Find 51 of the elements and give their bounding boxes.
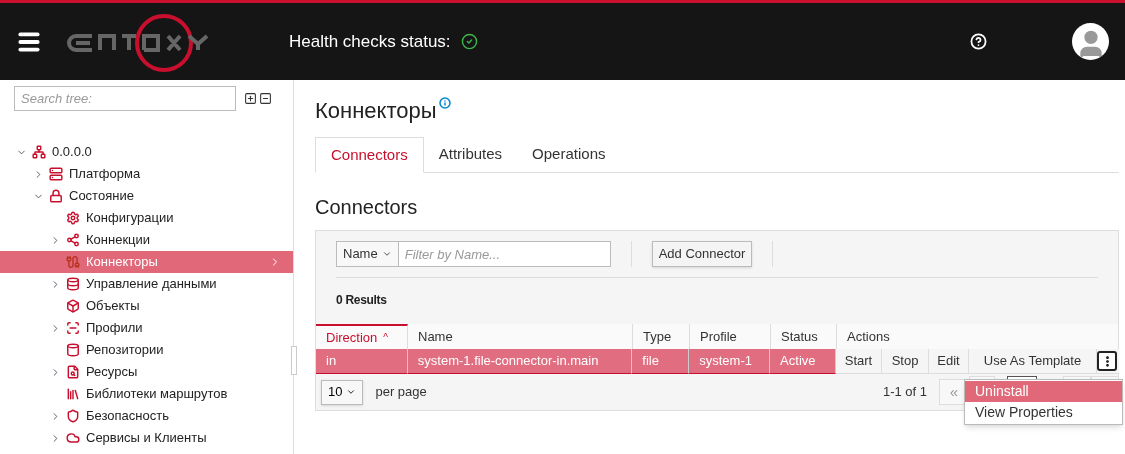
page-title: Коннекторы	[315, 97, 437, 125]
table-cell: in	[316, 349, 408, 374]
add-connector-button[interactable]: Add Connector	[651, 241, 753, 267]
row-action-button[interactable]: Edit	[929, 349, 969, 373]
tree-item[interactable]: Сервисы и Клиенты	[0, 427, 293, 449]
tree-item-label: 0.0.0.0	[52, 143, 92, 162]
page-range: 1-1 of 1	[882, 383, 927, 402]
tree-item-label: Профили	[86, 319, 143, 338]
tree-item[interactable]: Ресурсы	[0, 361, 293, 383]
tree-item[interactable]: Состояние	[0, 185, 293, 207]
tab[interactable]: Operations	[517, 137, 621, 172]
section-title: Connectors	[315, 195, 419, 220]
tree-item[interactable]: Репозитории	[0, 339, 293, 361]
table-cell: file	[632, 349, 690, 374]
tree-item-label: Сервисы и Клиенты	[86, 429, 207, 448]
tab[interactable]: Connectors	[315, 137, 424, 173]
tree-item[interactable]: Коннекции	[0, 229, 293, 251]
results-count: 0 Results	[335, 292, 388, 309]
per-page-dropdown[interactable]: 10	[321, 379, 364, 405]
tree-item[interactable]: Профили	[0, 317, 293, 339]
tree-item-label: Конфигурации	[86, 209, 174, 228]
table-cell: Active	[770, 349, 836, 374]
filter-field[interactable]: Filter by Name...	[398, 241, 611, 267]
tree-item[interactable]: Библиотеки маршрутов	[0, 383, 293, 405]
table-cell: system-1.file-connector-in.main	[407, 349, 633, 374]
tree-item[interactable]: Платформа	[0, 163, 293, 185]
tree-item-label: Ресурсы	[86, 363, 138, 382]
tree-item[interactable]: Объекты	[0, 295, 293, 317]
row-action-button[interactable]: Start	[836, 349, 882, 373]
tree-item[interactable]: Безопасность	[0, 405, 293, 427]
tree-item-label: Коннекторы	[86, 253, 158, 272]
table-cell: system-1	[689, 349, 771, 374]
table-row[interactable]: in system-1.file-connector-in.main file system-1 Active Start Stop Edit Use As Template	[316, 349, 1119, 374]
health-status-label: Health checks status:	[289, 30, 451, 53]
search-field[interactable]: Search tree:	[14, 86, 236, 111]
tree-item-label: Репозитории	[86, 341, 164, 360]
tree-item[interactable]: Конфигурации	[0, 207, 293, 229]
tree-item-label: Безопасность	[86, 407, 169, 426]
tree-item-label: Состояние	[69, 187, 134, 206]
tree-item-label: Объекты	[86, 297, 140, 316]
per-page-label: per page	[375, 383, 427, 402]
filter-field-dropdown[interactable]: Name	[336, 241, 399, 267]
tree-item[interactable]: 0.0.0.0	[0, 141, 293, 163]
tree-item[interactable]: Управление данными	[0, 273, 293, 295]
tree-item-label: Коннекции	[86, 231, 151, 250]
tab[interactable]: Attributes	[423, 137, 518, 172]
row-action-button[interactable]: Stop	[882, 349, 929, 373]
tree-item-label: Управление данными	[86, 275, 217, 294]
tree-item-label: Библиотеки маршрутов	[86, 385, 228, 404]
menu-item[interactable]: View Properties	[965, 402, 1122, 423]
tree-item-label: Платформа	[69, 165, 141, 184]
